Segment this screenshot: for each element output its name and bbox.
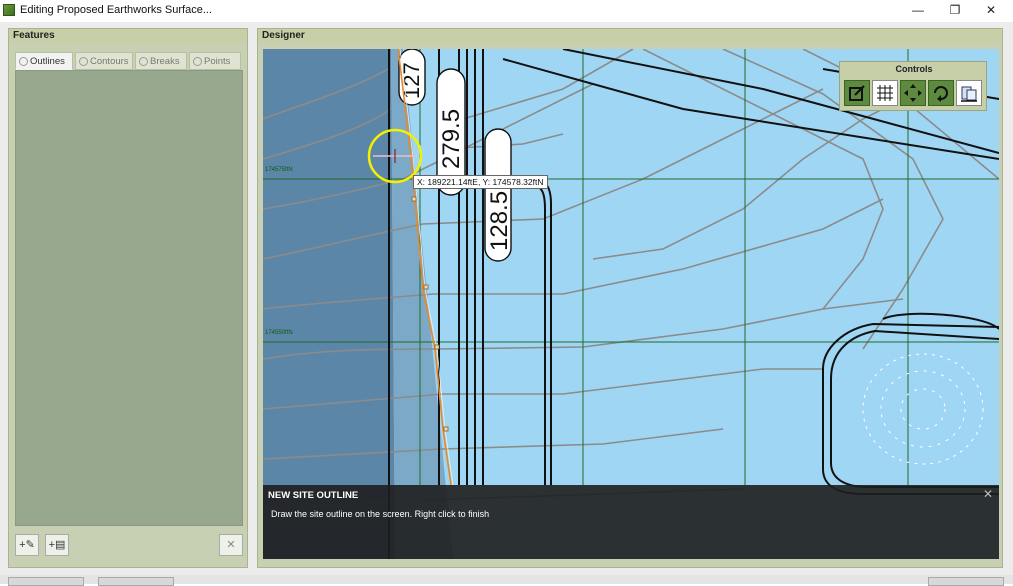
layers-button[interactable] <box>956 80 982 106</box>
tab-contours[interactable]: Contours <box>75 52 133 70</box>
map-canvas[interactable]: 127 279.5 128.5 174575ftN 174550ftN X: 1… <box>263 49 999 559</box>
minimize-button[interactable]: — <box>903 2 933 18</box>
bottom-button-2[interactable] <box>98 577 174 586</box>
controls-panel: Controls <box>839 61 987 111</box>
overlay-title: NEW SITE OUTLINE <box>268 490 359 501</box>
window-title: Editing Proposed Earthworks Surface... <box>20 4 212 16</box>
tab-contours-label: Contours <box>90 56 129 67</box>
pan-button[interactable] <box>900 80 926 106</box>
close-button[interactable]: ✕ <box>976 2 1006 18</box>
grid-toggle-button[interactable] <box>872 80 898 106</box>
delete-outline-button[interactable]: ✕ <box>219 534 243 556</box>
maximize-button[interactable]: ❐ <box>940 2 970 18</box>
grid-label-north-1: 174575ftN <box>265 167 293 173</box>
add-outline-button[interactable]: +✎ <box>15 534 39 556</box>
tree-cluster <box>862 353 984 465</box>
tab-breaks-label: Breaks <box>150 56 180 67</box>
outline-icon <box>19 57 28 66</box>
layers-icon <box>961 86 977 102</box>
contour-icon <box>79 57 88 66</box>
app-icon <box>3 4 15 16</box>
overlay-close-button[interactable]: ✕ <box>983 487 993 501</box>
points-icon <box>193 57 202 66</box>
pan-icon <box>904 84 922 102</box>
edit-icon <box>849 85 865 101</box>
edit-button[interactable] <box>844 80 870 106</box>
designer-panel: Designer 127 279.5 128.5 174575ftN 17455… <box>257 28 1003 568</box>
bottom-bar <box>0 575 1013 586</box>
overlay-text: Draw the site outline on the screen. Rig… <box>271 509 490 519</box>
bottom-button-3[interactable] <box>928 577 1004 586</box>
contour-label-279: 279.5 <box>438 109 465 169</box>
designer-header: Designer <box>258 29 1002 43</box>
feature-tabs: Outlines Contours Breaks Points <box>15 52 243 70</box>
features-header: Features <box>9 29 247 43</box>
add-from-file-button[interactable]: +▤ <box>45 534 69 556</box>
tab-points[interactable]: Points <box>189 52 241 70</box>
main-area: Features Outlines Contours Breaks Points… <box>0 22 1013 575</box>
tab-breaks[interactable]: Breaks <box>135 52 187 70</box>
bottom-button-1[interactable] <box>8 577 84 586</box>
tab-outlines-label: Outlines <box>30 56 65 67</box>
map-drawing: 127 279.5 128.5 <box>263 49 999 559</box>
grid-icon <box>877 85 893 101</box>
terrain-shade <box>263 49 395 559</box>
features-panel: Features Outlines Contours Breaks Points… <box>8 28 248 568</box>
controls-title: Controls <box>895 64 933 74</box>
tab-outlines[interactable]: Outlines <box>15 52 73 70</box>
rotate-button[interactable] <box>928 80 954 106</box>
instruction-overlay: NEW SITE OUTLINE Draw the site outline o… <box>263 485 999 559</box>
coordinate-readout: X: 189221.14ftE, Y: 174578.32ftN <box>413 175 548 189</box>
contour-label-128: 128.5 <box>486 191 513 251</box>
rotate-icon <box>934 86 948 102</box>
title-bar: Editing Proposed Earthworks Surface... —… <box>0 0 1013 22</box>
grid-label-north-2: 174550ftN <box>265 330 293 336</box>
tab-points-label: Points <box>204 56 231 67</box>
breakline-icon <box>139 57 148 66</box>
outlines-list[interactable] <box>15 70 243 526</box>
